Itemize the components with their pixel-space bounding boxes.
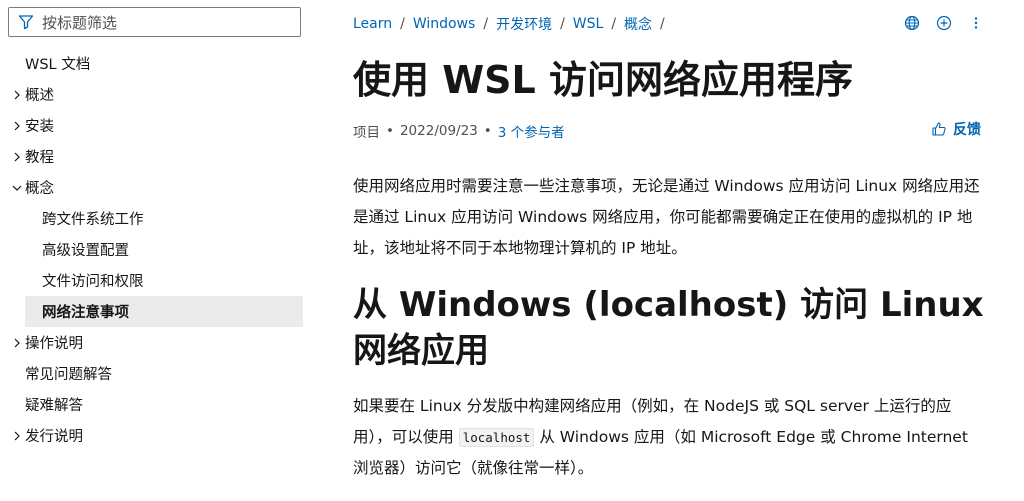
more-vertical-icon[interactable] — [967, 14, 985, 32]
breadcrumb-dev-env[interactable]: 开发环境 — [496, 14, 552, 34]
breadcrumb-wsl[interactable]: WSL — [573, 16, 604, 32]
thumbs-up-icon — [931, 121, 947, 137]
toc-item-label: 概念 — [25, 181, 54, 197]
toc-item-install[interactable]: 安装 — [0, 110, 312, 141]
toc-item-cross-fs[interactable]: 跨文件系统工作 — [0, 203, 312, 234]
toc-item-label: 网络注意事项 — [42, 305, 129, 321]
toc-item-file-permissions[interactable]: 文件访问和权限 — [0, 265, 312, 296]
toc-item-networking[interactable]: 网络注意事项 — [25, 296, 303, 327]
meta-date: 2022/09/23 — [399, 123, 478, 139]
filter-placeholder: 按标题筛选 — [42, 13, 118, 32]
chevron-right-icon — [10, 88, 24, 102]
toc-list: WSL 文档 概述 安装 教程 概念 跨文件系统工作 高级设置配置 文件访问和权… — [0, 48, 312, 451]
toc-item-advanced-config[interactable]: 高级设置配置 — [0, 234, 312, 265]
filter-icon — [18, 14, 34, 30]
add-circle-icon[interactable] — [935, 14, 953, 32]
breadcrumb-concepts[interactable]: 概念 — [624, 14, 652, 34]
toc-item-label: 跨文件系统工作 — [42, 212, 144, 228]
inline-code: localhost — [458, 428, 535, 447]
toc-item-tutorials[interactable]: 教程 — [0, 141, 312, 172]
breadcrumb-separator: / — [611, 16, 617, 32]
toc-item-label: 疑难解答 — [25, 398, 83, 414]
chevron-right-icon — [10, 429, 24, 443]
chevron-down-icon — [10, 181, 24, 195]
toc-item-label: WSL 文档 — [25, 57, 91, 73]
toc-item-how-to[interactable]: 操作说明 — [0, 327, 312, 358]
breadcrumb-separator: / — [660, 16, 665, 32]
toc-item-label: 发行说明 — [25, 429, 83, 445]
top-bar: Learn / Windows / 开发环境 / WSL / 概念 / — [353, 14, 993, 38]
intro-paragraph: 使用网络应用时需要注意一些注意事项，无论是通过 Windows 应用访问 Lin… — [353, 177, 980, 257]
top-actions — [903, 14, 985, 32]
section-heading: 从 Windows (localhost) 访问 Linux 网络应用 — [353, 285, 984, 371]
toc-item-label: 文件访问和权限 — [42, 274, 144, 290]
meta-separator: • — [483, 123, 492, 139]
breadcrumb-separator: / — [560, 16, 565, 32]
globe-icon[interactable] — [903, 14, 921, 32]
chevron-right-icon — [10, 119, 24, 133]
feedback-label: 反馈 — [953, 122, 981, 138]
breadcrumb-separator: / — [400, 16, 405, 32]
toc-item-label: 教程 — [25, 150, 54, 166]
sidebar-toc: 按标题筛选 WSL 文档 概述 安装 教程 概念 跨文件系统工作 高级设置配置 … — [0, 0, 312, 501]
breadcrumb: Learn / Windows / 开发环境 / WSL / 概念 / — [353, 14, 993, 34]
meta-type: 项目 — [353, 125, 380, 141]
breadcrumb-separator: / — [483, 16, 489, 32]
section-paragraph: 如果要在 Linux 分发版中构建网络应用（例如，在 NodeJS 或 SQL … — [353, 391, 983, 484]
contributors-link[interactable]: 3 个参与者 — [498, 121, 565, 141]
toc-item-label: 操作说明 — [25, 336, 83, 352]
toc-item-troubleshooting[interactable]: 疑难解答 — [0, 389, 312, 420]
toc-item-label: 概述 — [25, 88, 54, 104]
chevron-right-icon — [10, 336, 24, 350]
toc-item-release-notes[interactable]: 发行说明 — [0, 420, 312, 451]
chevron-right-icon — [10, 150, 24, 164]
filter-input[interactable]: 按标题筛选 — [8, 7, 301, 37]
toc-item-faq[interactable]: 常见问题解答 — [0, 358, 312, 389]
toc-item-label: 常见问题解答 — [25, 367, 112, 383]
toc-item-concepts[interactable]: 概念 — [0, 172, 312, 203]
toc-item-wsl-docs[interactable]: WSL 文档 — [0, 48, 312, 79]
breadcrumb-windows[interactable]: Windows — [413, 16, 476, 32]
page-title: 使用 WSL 访问网络应用程序 — [353, 58, 853, 102]
toc-item-label: 安装 — [25, 119, 54, 135]
toc-item-overview[interactable]: 概述 — [0, 79, 312, 110]
toc-item-label: 高级设置配置 — [42, 243, 129, 259]
article-meta: 项目 • 2022/09/23 • 3 个参与者 — [353, 121, 565, 141]
meta-separator: • — [386, 123, 394, 139]
breadcrumb-learn[interactable]: Learn — [353, 16, 392, 32]
feedback-button[interactable]: 反馈 — [931, 119, 981, 139]
